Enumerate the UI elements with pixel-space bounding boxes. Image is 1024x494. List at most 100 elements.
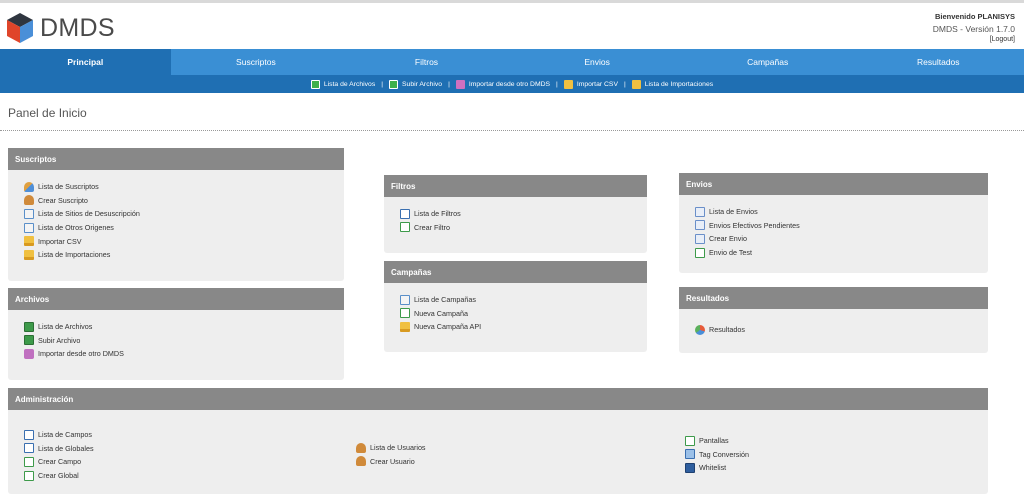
link-lista-importaciones[interactable]: Lista de Importaciones: [24, 248, 344, 262]
link-label: Envio de Test: [709, 248, 753, 258]
add-global-icon: [24, 470, 34, 481]
list-icon: [400, 208, 410, 219]
panel-suscriptos: Suscriptos Lista de Suscriptos Crear Sus…: [8, 148, 344, 281]
link-crear-envio[interactable]: Crear Envio: [695, 232, 988, 246]
panel-header: Campañas: [384, 261, 647, 283]
link-label: Lista de Usuarios: [370, 443, 426, 453]
user-info: Bienvenido PLANISYS DMDS - Versión 1.7.0…: [933, 12, 1015, 43]
test-mail-icon: [695, 247, 705, 258]
admin-col-pantallas: Pantallas Tag Conversión Whitelist: [685, 434, 749, 475]
link-crear-campo[interactable]: Crear Campo: [24, 455, 94, 469]
link-pantallas[interactable]: Pantallas: [685, 434, 749, 448]
link-otros-origenes[interactable]: Lista de Otros Origenes: [24, 221, 344, 235]
link-label: Importar CSV: [38, 236, 82, 246]
link-lista-suscriptos[interactable]: Lista de Suscriptos: [24, 180, 344, 194]
user-icon: [356, 442, 366, 453]
separator: |: [381, 80, 384, 88]
link-crear-usuario[interactable]: Crear Usuario: [356, 455, 426, 469]
link-sitios-desuscripcion[interactable]: Lista de Sitios de Desuscripción: [24, 207, 344, 221]
tab-envios[interactable]: Envios: [512, 49, 683, 75]
link-label: Subir Archivo: [38, 335, 81, 345]
link-importar-dmds[interactable]: Importar desde otro DMDS: [24, 347, 344, 361]
link-label: Whitelist: [699, 463, 727, 473]
link-crear-suscripto[interactable]: Crear Suscripto: [24, 194, 344, 208]
link-nueva-campana[interactable]: Nueva Campaña: [400, 307, 647, 321]
link-envios-pendientes[interactable]: Envios Efectivos Pendientes: [695, 219, 988, 233]
link-subir-archivo[interactable]: Subir Archivo: [24, 334, 344, 348]
tab-filtros[interactable]: Filtros: [341, 49, 512, 75]
tab-suscriptos[interactable]: Suscriptos: [171, 49, 342, 75]
top-border: [0, 0, 1024, 3]
tab-campanas[interactable]: Campañas: [682, 49, 853, 75]
link-resultados[interactable]: Resultados: [695, 323, 988, 337]
document-icon: [24, 208, 34, 219]
pie-chart-icon: [695, 324, 705, 335]
link-label: Envios Efectivos Pendientes: [709, 220, 800, 230]
subnav-lista-archivos[interactable]: Lista de Archivos: [310, 79, 375, 89]
tag-icon: [685, 449, 695, 460]
link-lista-campos[interactable]: Lista de Campos: [24, 428, 94, 442]
link-label: Lista de Envios: [709, 207, 758, 217]
logout-link[interactable]: [Logout]: [933, 36, 1015, 43]
subnav-importar-csv[interactable]: Importar CSV: [563, 79, 618, 89]
link-label: Lista de Archivos: [38, 322, 93, 332]
link-label: Lista de Otros Origenes: [38, 223, 114, 233]
link-lista-globales[interactable]: Lista de Globales: [24, 442, 94, 456]
panel-filtros: Filtros Lista de Filtros Crear Filtro: [384, 175, 647, 253]
user-add-icon: [24, 195, 34, 206]
subnav-label: Lista de Importaciones: [644, 80, 714, 88]
panel-header: Filtros: [384, 175, 647, 197]
list-icon: [24, 429, 34, 440]
folder-icon: [24, 236, 34, 247]
link-crear-filtro[interactable]: Crear Filtro: [400, 221, 647, 235]
link-label: Tag Conversión: [699, 449, 749, 459]
panel-administracion: Administración Lista de Campos Lista de …: [8, 388, 988, 494]
link-lista-archivos[interactable]: Lista de Archivos: [24, 320, 344, 334]
link-label: Lista de Campañas: [414, 295, 476, 305]
link-label: Crear Usuario: [370, 456, 415, 466]
tab-principal[interactable]: Principal: [0, 49, 171, 75]
subnav-importar-dmds[interactable]: Importar desde otro DMDS: [455, 79, 550, 89]
add-field-icon: [24, 456, 34, 467]
link-label: Lista de Suscriptos: [38, 182, 99, 192]
user-add-icon: [356, 456, 366, 467]
panel-header: Resultados: [679, 287, 988, 309]
link-importar-csv[interactable]: Importar CSV: [24, 234, 344, 248]
link-label: Lista de Sitios de Desuscripción: [38, 209, 140, 219]
link-label: Lista de Importaciones: [38, 250, 111, 260]
link-envio-test[interactable]: Envio de Test: [695, 246, 988, 260]
link-nueva-campana-api[interactable]: Nueva Campaña API: [400, 320, 647, 334]
tab-resultados[interactable]: Resultados: [853, 49, 1024, 75]
divider: [0, 130, 1024, 131]
logo-text: DMDS: [40, 13, 115, 42]
link-label: Pantallas: [699, 436, 729, 446]
link-label: Lista de Campos: [38, 430, 92, 440]
link-label: Resultados: [709, 325, 745, 335]
new-mail-icon: [695, 233, 705, 244]
subnav-label: Subir Archivo: [402, 80, 443, 88]
app-logo[interactable]: DMDS: [5, 12, 115, 44]
link-lista-filtros[interactable]: Lista de Filtros: [400, 207, 647, 221]
spreadsheet-icon: [310, 79, 320, 89]
panel-envios: Envios Lista de Envios Envios Efectivos …: [679, 173, 988, 273]
admin-col-campos: Lista de Campos Lista de Globales Crear …: [24, 428, 94, 482]
link-label: Lista de Globales: [38, 443, 94, 453]
link-lista-envios[interactable]: Lista de Envios: [695, 205, 988, 219]
link-whitelist[interactable]: Whitelist: [685, 461, 749, 475]
admin-col-usuarios: Lista de Usuarios Crear Usuario: [356, 441, 426, 468]
link-lista-campanas[interactable]: Lista de Campañas: [400, 293, 647, 307]
screen-icon: [685, 435, 695, 446]
link-crear-global[interactable]: Crear Global: [24, 469, 94, 483]
link-tag-conversion[interactable]: Tag Conversión: [685, 448, 749, 462]
folder-icon: [563, 79, 573, 89]
mail-icon: [695, 206, 705, 217]
pending-mail-icon: [695, 220, 705, 231]
panel-archivos: Archivos Lista de Archivos Subir Archivo…: [8, 288, 344, 380]
subnav-subir-archivo[interactable]: Subir Archivo: [389, 79, 443, 89]
users-icon: [24, 181, 34, 192]
subnav-lista-importaciones[interactable]: Lista de Importaciones: [631, 79, 714, 89]
panel-header: Suscriptos: [8, 148, 344, 170]
folder-icon: [631, 79, 641, 89]
sub-nav: Lista de Archivos | Subir Archivo | Impo…: [0, 75, 1024, 93]
link-lista-usuarios[interactable]: Lista de Usuarios: [356, 441, 426, 455]
